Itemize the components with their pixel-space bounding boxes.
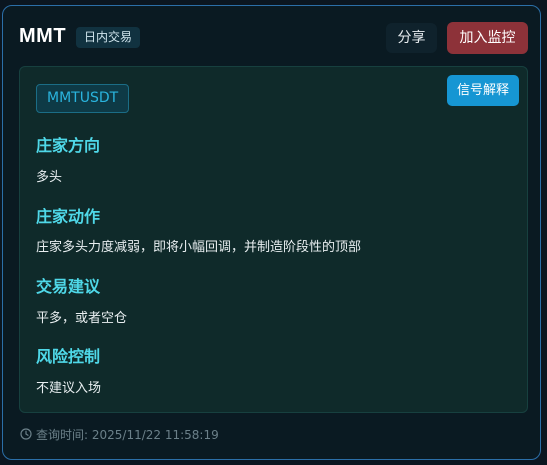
coin-title: MMT	[19, 25, 67, 47]
section-text-advice: 平多，或者空仓	[36, 311, 128, 326]
query-time-text: 查询时间: 2025/11/22 11:58:19	[36, 427, 219, 442]
share-button[interactable]: 分享	[386, 23, 437, 53]
query-time-footer: 查询时间: 2025/11/22 11:58:19	[20, 426, 219, 442]
symbol-tag: MMTUSDT	[36, 84, 130, 113]
section-title-action: 庄家动作	[36, 207, 101, 226]
signal-panel: MMTUSDT 信号解释 庄家方向 多头 庄家动作 庄家多头力度减弱，即将小幅回…	[19, 66, 528, 413]
card-header: MMT 日内交易 分享 加入监控	[3, 6, 540, 66]
trade-type-badge: 日内交易	[76, 27, 141, 48]
section-text-action: 庄家多头力度减弱，即将小幅回调，并制造阶段性的顶部	[36, 240, 362, 255]
signal-explain-button[interactable]: 信号解释	[447, 75, 519, 106]
add-monitor-button[interactable]: 加入监控	[447, 22, 528, 54]
section-title-advice: 交易建议	[36, 277, 101, 296]
section-text-risk: 不建议入场	[36, 381, 102, 396]
signal-card: MMT 日内交易 分享 加入监控 MMTUSDT 信号解释 庄家方向 多头 庄家…	[2, 5, 541, 460]
section-title-direction: 庄家方向	[36, 136, 101, 155]
section-title-risk: 风险控制	[36, 347, 101, 366]
clock-icon	[20, 428, 32, 440]
section-text-direction: 多头	[36, 170, 63, 185]
